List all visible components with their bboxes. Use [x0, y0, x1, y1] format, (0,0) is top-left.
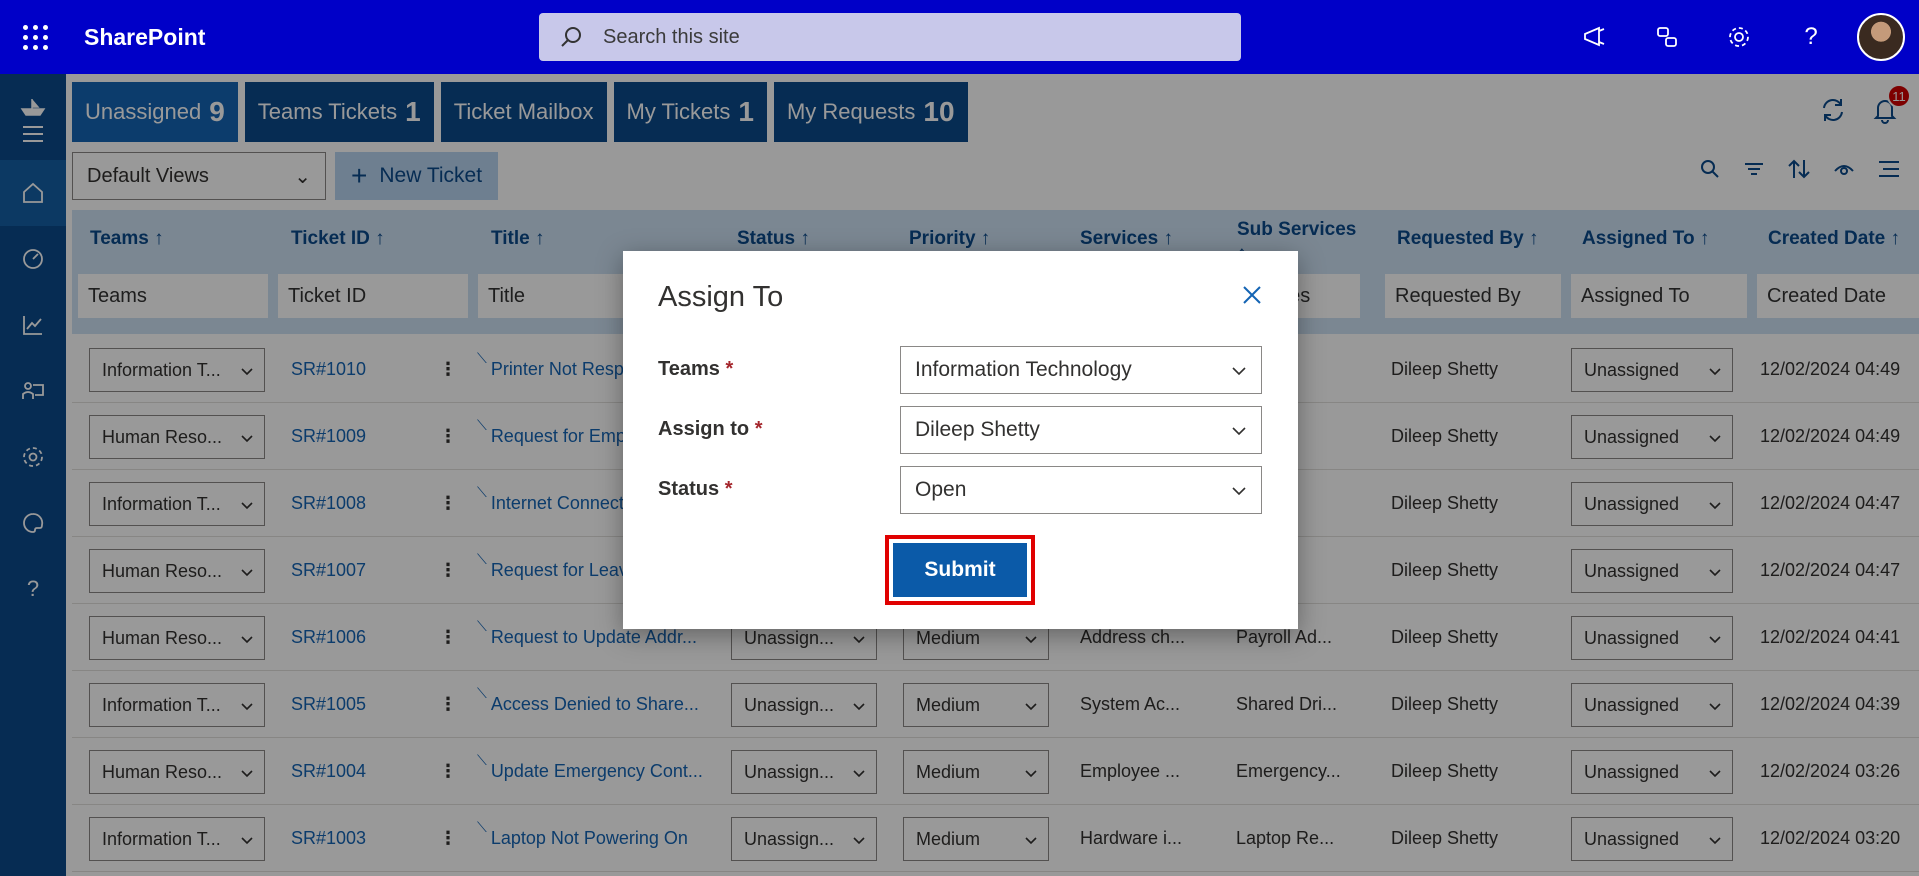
status-value: Open [915, 478, 967, 501]
close-icon[interactable] [1240, 283, 1264, 307]
megaphone-icon[interactable] [1559, 0, 1631, 74]
assign-to-dropdown[interactable]: Dileep Shetty [900, 406, 1262, 454]
avatar[interactable] [1857, 13, 1905, 61]
assign-to-dialog: Assign To Teams * Information Technology… [623, 251, 1298, 629]
teams-value: Information Technology [915, 358, 1132, 381]
teams-dropdown[interactable]: Information Technology [900, 346, 1262, 394]
teams-field-label: Teams * [658, 358, 734, 380]
chevron-down-icon [1231, 418, 1247, 442]
assign-to-field-label: Assign to * [658, 418, 763, 440]
help-icon[interactable]: ? [1775, 0, 1847, 74]
search-input[interactable] [603, 25, 1163, 49]
submit-button[interactable]: Submit [893, 543, 1027, 597]
settings-gear-icon[interactable] [1703, 0, 1775, 74]
chevron-down-icon [1231, 358, 1247, 382]
app-name[interactable]: SharePoint [84, 24, 205, 51]
assign-to-value: Dileep Shetty [915, 418, 1040, 441]
waffle-icon [22, 24, 48, 50]
status-dropdown[interactable]: Open [900, 466, 1262, 514]
app-launcher-button[interactable] [0, 0, 70, 74]
search-icon [539, 25, 603, 49]
dialog-title: Assign To [658, 281, 784, 313]
chevron-down-icon [1231, 478, 1247, 502]
site-search[interactable] [539, 13, 1241, 61]
apps-share-icon[interactable] [1631, 0, 1703, 74]
status-field-label: Status * [658, 478, 733, 500]
suite-bar: SharePoint ? [0, 0, 1919, 74]
